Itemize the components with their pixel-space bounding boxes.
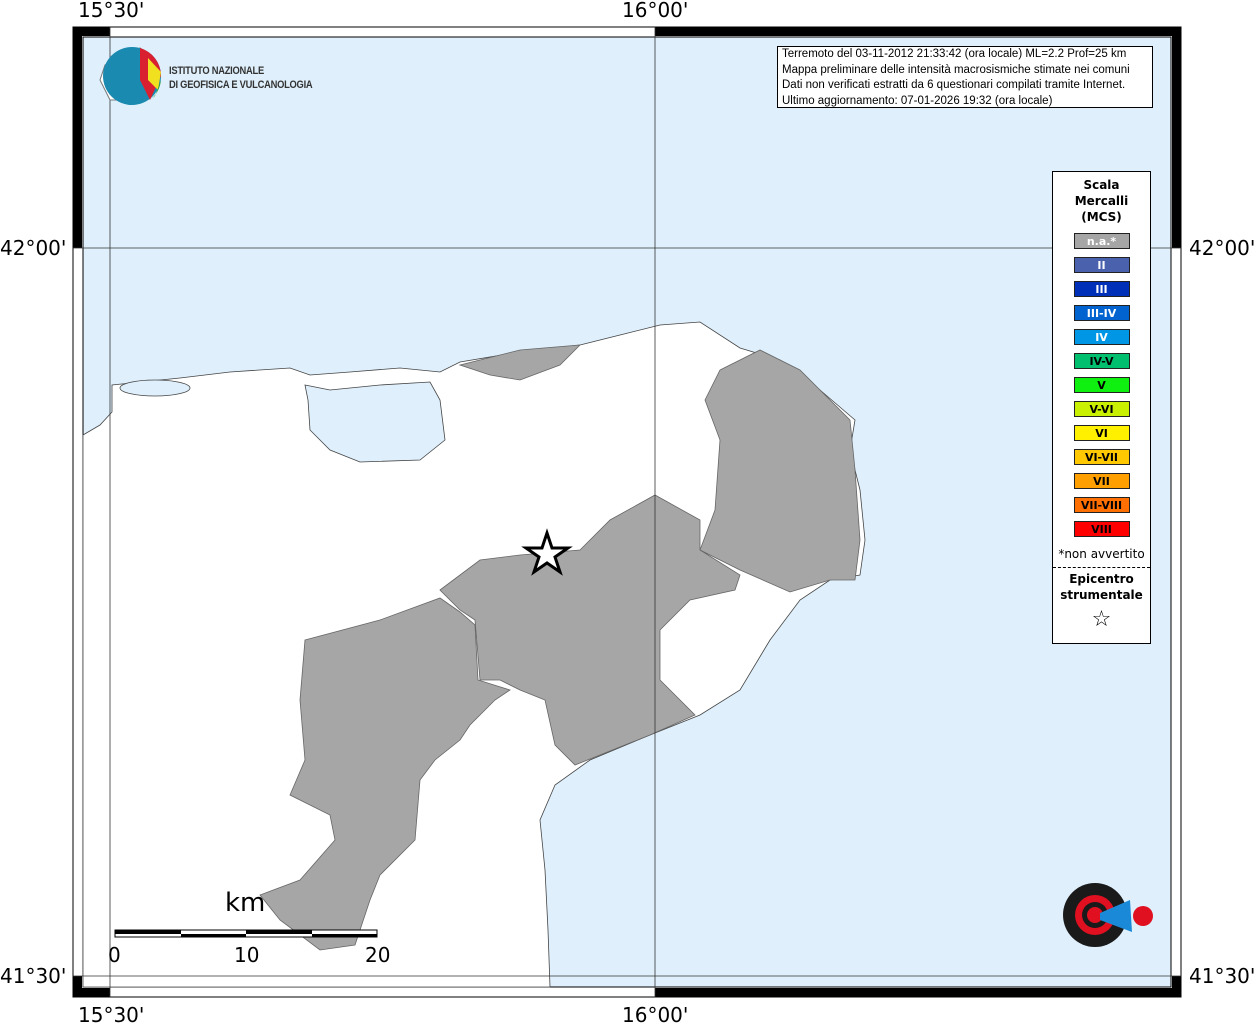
legend-divider — [1053, 567, 1150, 568]
legend-title-line: Mercalli — [1074, 194, 1129, 208]
legend-swatch-ii: II — [1073, 257, 1130, 273]
legend-swatch-v: V — [1073, 377, 1130, 393]
lon-label-west-top: 15°30' — [78, 0, 145, 22]
legend-swatch-iv-v: IV-V — [1073, 353, 1130, 369]
lat-label-north-right: 42°00' — [1189, 236, 1254, 260]
legend-swatches: n.a.* II III III-IV IV IV-V V V-VI VI VI-VII VII VI… — [1053, 233, 1150, 537]
lat-label-north-left: 42°00' — [0, 236, 67, 260]
ingv-name: ISTITUTO NAZIONALE DI GEOFISICA E VULCAN… — [169, 64, 313, 92]
epicenter-label-line: Epicentro — [1069, 572, 1134, 586]
scale-unit: km — [225, 888, 266, 918]
epicenter-label: Epicentro strumentale — [1053, 571, 1150, 603]
legend-swatch-vii: VII — [1073, 473, 1130, 489]
lon-label-west-bottom: 15°30' — [78, 1003, 145, 1027]
legend-title: Scala Mercalli (MCS) — [1053, 177, 1150, 225]
star-icon: ☆ — [1091, 607, 1112, 632]
scale-tick-label: 20 — [365, 943, 391, 967]
info-line: Dati non verificati estratti da 6 questi… — [782, 79, 1126, 91]
lon-label-east-top: 16°00' — [622, 0, 689, 22]
ingv-name-line: DI GEOFISICA E VULCANOLOGIA — [169, 79, 313, 91]
lesina-lagoon — [119, 379, 191, 397]
lat-label-south-left: 41°30' — [0, 964, 67, 988]
legend-title-line: Scala — [1083, 178, 1120, 192]
legend-title-line: (MCS) — [1081, 210, 1122, 224]
info-line: Terremoto del 03-11-2012 21:33:42 (ora l… — [782, 48, 1127, 60]
legend-swatch-iii: III — [1073, 281, 1130, 297]
legend-note: *non avvertito — [1058, 547, 1145, 561]
ingv-name-line: ISTITUTO NAZIONALE — [169, 65, 264, 77]
info-line: Mappa preliminare delle intensità macros… — [782, 63, 1130, 76]
scale-bar — [114, 929, 378, 938]
legend-swatch-v-vi: V-VI — [1073, 401, 1130, 417]
legend-swatch-iii-iv: III-IV — [1073, 305, 1130, 321]
legend-swatch-vii-viii: VII-VIII — [1073, 497, 1130, 513]
mcs-legend: Scala Mercalli (MCS) n.a.* II III III-IV IV I… — [1052, 171, 1151, 644]
scale-tick-label: 10 — [234, 943, 260, 967]
event-info-box: Terremoto del 03-11-2012 21:33:42 (ora l… — [777, 46, 1153, 108]
scale-tick-label: 0 — [108, 943, 121, 967]
epicenter-label-line: strumentale — [1060, 588, 1143, 602]
legend-swatch-vi: VI — [1073, 425, 1130, 441]
info-line: Ultimo aggiornamento: 07-01-2026 19:32 (… — [782, 94, 1053, 107]
lon-label-east-bottom: 16°00' — [622, 1003, 689, 1027]
legend-swatch-vi-vii: VI-VII — [1073, 449, 1130, 465]
legend-swatch-viii: VIII — [1073, 521, 1130, 537]
lat-label-south-right: 41°30' — [1189, 964, 1254, 988]
legend-swatch-n-a: n.a.* — [1073, 233, 1130, 249]
legend-swatch-iv: IV — [1073, 329, 1130, 345]
